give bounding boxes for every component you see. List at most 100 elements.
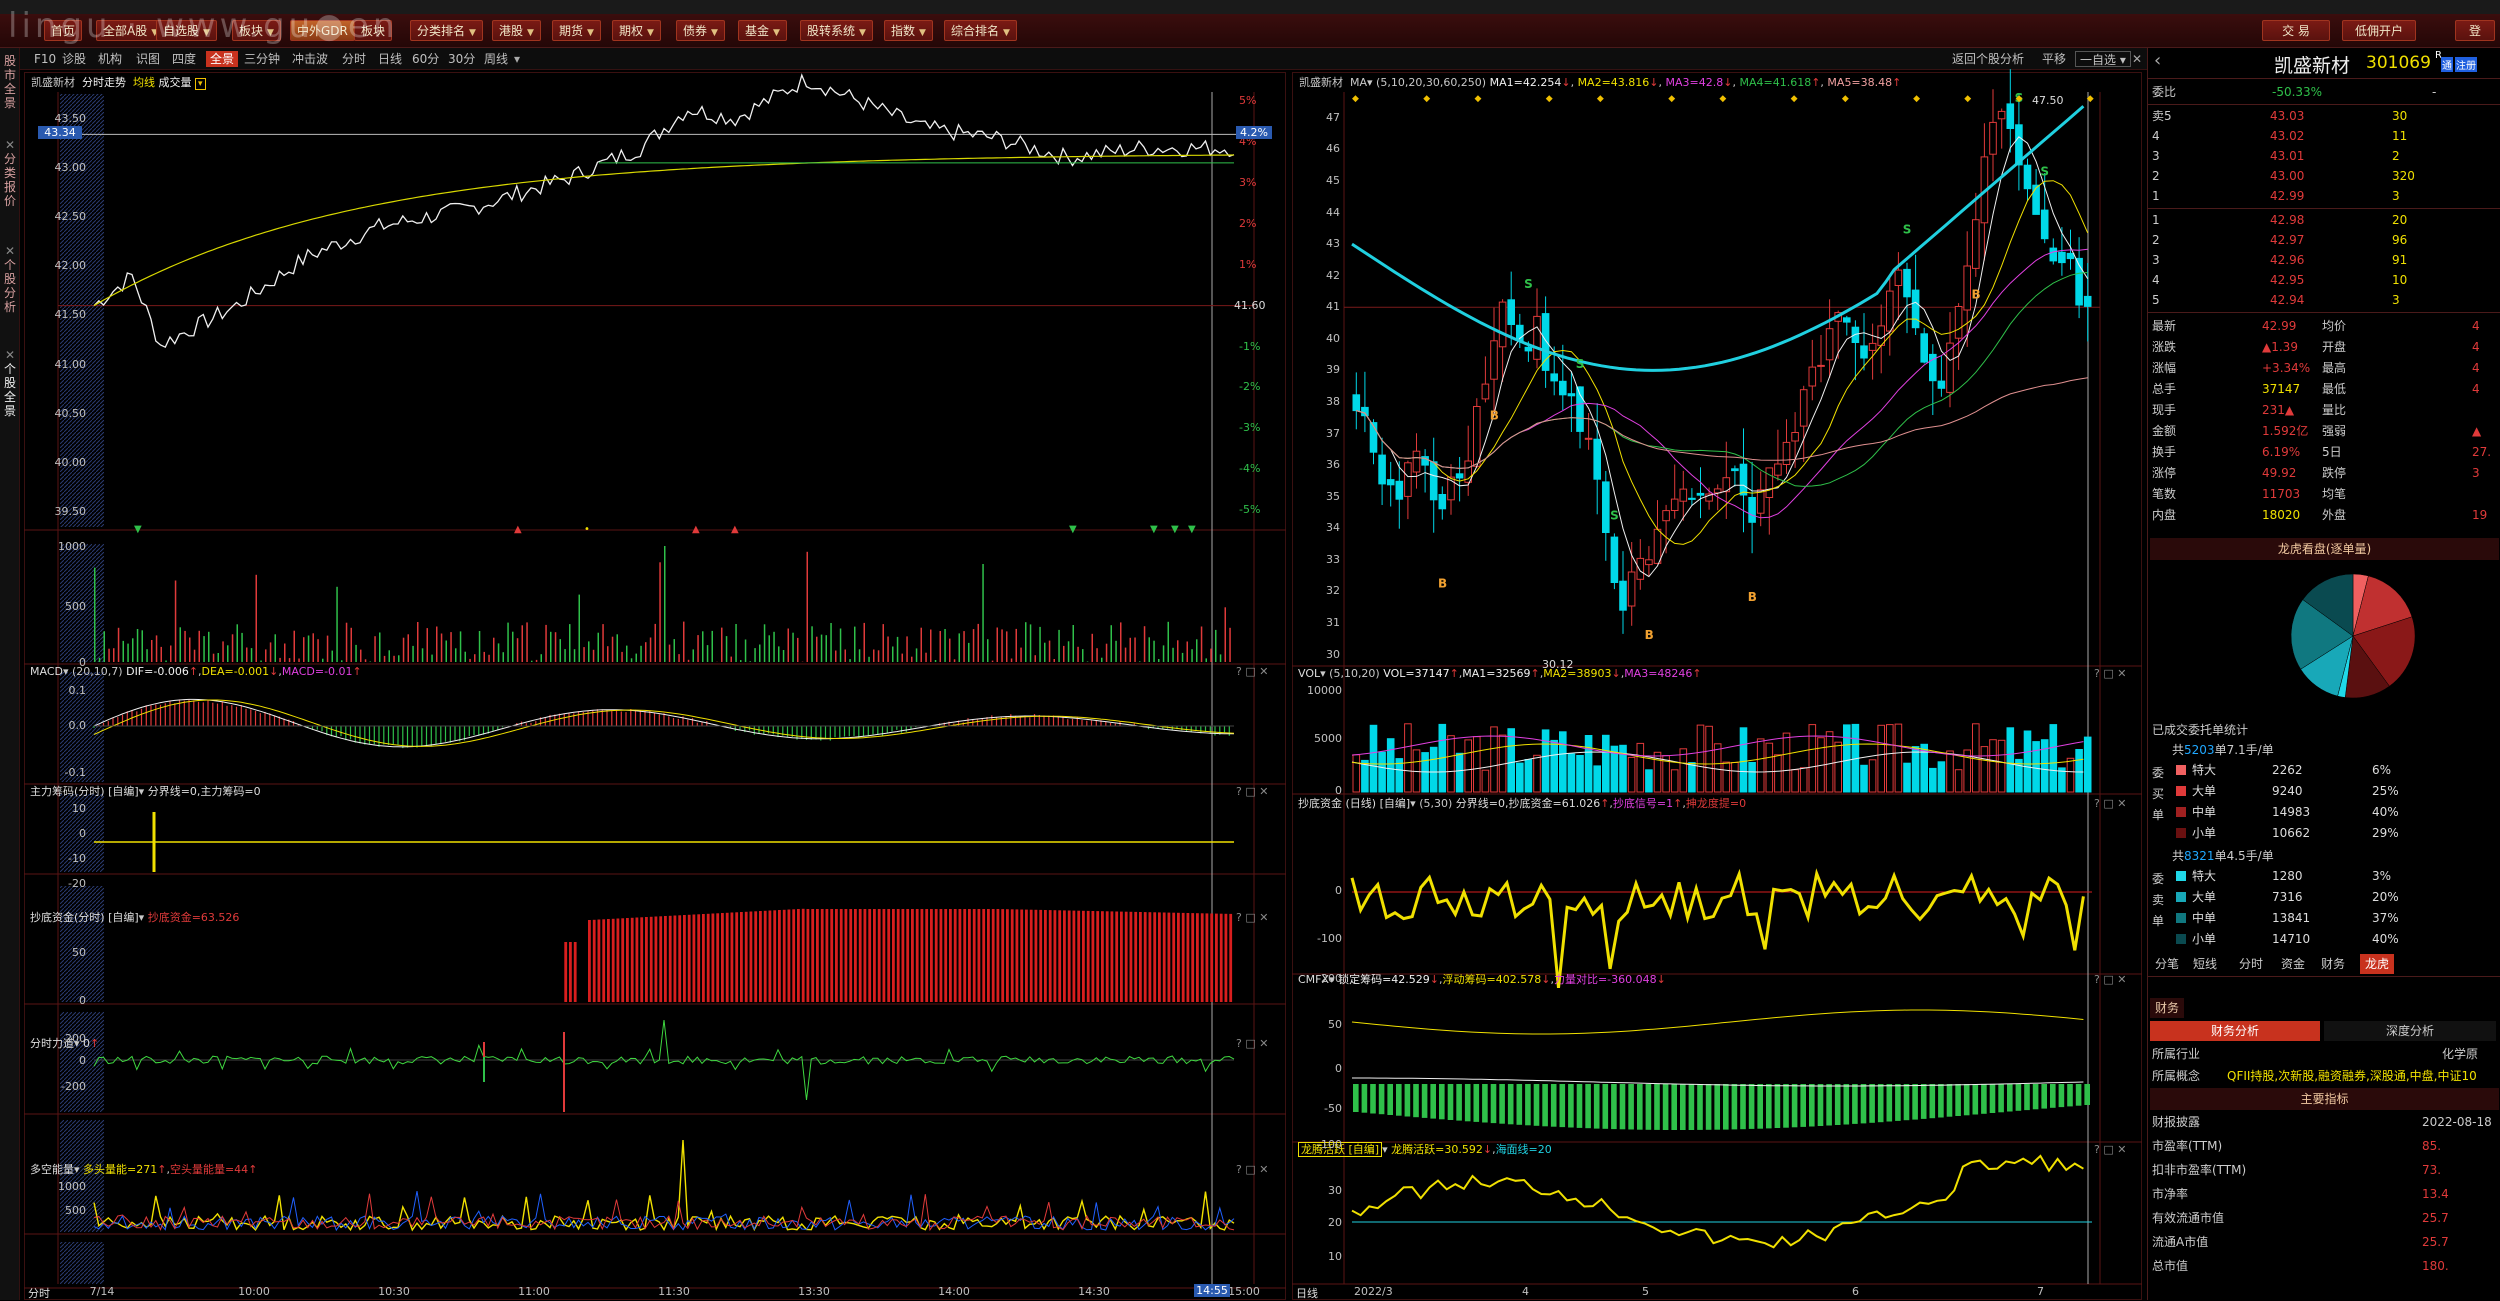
candle-body bbox=[2059, 252, 2066, 262]
quote-tab-5[interactable]: 龙虎 bbox=[2360, 954, 2394, 974]
volume-bar bbox=[636, 654, 638, 662]
subbar-item-3[interactable]: 识图 bbox=[134, 51, 162, 67]
toolbar-button-label: 港股 bbox=[499, 24, 523, 38]
panel-controls[interactable]: ? □ ✕ bbox=[2094, 973, 2126, 986]
pan-button[interactable]: 平移 bbox=[2040, 51, 2068, 67]
volume-bar bbox=[222, 641, 224, 662]
panel-controls[interactable]: ? □ ✕ bbox=[2094, 667, 2126, 680]
buy-entrust-row: 中单1498340% bbox=[2152, 802, 2497, 822]
quote-tab-0[interactable]: 分笔 bbox=[2150, 954, 2184, 974]
quote-tab-1[interactable]: 短线 bbox=[2188, 954, 2222, 974]
volume-bar bbox=[474, 654, 476, 662]
toolbar-button-7[interactable]: 港股▼ bbox=[492, 20, 541, 41]
trade-signal: B bbox=[1748, 590, 1757, 604]
side-tab-panorama[interactable]: 个股全景 bbox=[3, 362, 17, 418]
volume-bar bbox=[479, 631, 481, 662]
fin-analysis-tab[interactable]: 财务分析 bbox=[2150, 1021, 2320, 1041]
bottom-tab-daily[interactable]: 日线 bbox=[1296, 1285, 1334, 1301]
energy-title[interactable]: 多空能量 bbox=[30, 1163, 74, 1176]
bottom-fund-bar bbox=[678, 915, 681, 1002]
open-account-button[interactable]: 低佣开户 bbox=[2342, 20, 2416, 41]
volume-bar bbox=[1125, 648, 1127, 662]
legend-swatch bbox=[2176, 871, 2186, 881]
panel-controls[interactable]: ? □ ✕ bbox=[1236, 1037, 1268, 1050]
quote-tab-2[interactable]: 分时 bbox=[2234, 954, 2268, 974]
panel-controls[interactable]: ? □ ✕ bbox=[2094, 797, 2126, 810]
main-chip-title[interactable]: 主力筹码(分时) [自编] bbox=[30, 785, 139, 798]
macd-title[interactable]: MACD bbox=[30, 665, 63, 678]
toolbar-button-12[interactable]: 股转系统▼ bbox=[800, 20, 873, 41]
panel-controls[interactable]: ? □ ✕ bbox=[1236, 911, 1268, 924]
close-icon[interactable]: ✕ bbox=[2130, 51, 2144, 67]
close-icon[interactable]: ✕ bbox=[3, 348, 17, 362]
panel-controls[interactable]: ? □ ✕ bbox=[1236, 785, 1268, 798]
cmfx-bar bbox=[1800, 1084, 1806, 1127]
sell-entrust-row: 小单1471040% bbox=[2152, 929, 2497, 949]
trade-button[interactable]: 交 易 bbox=[2262, 20, 2330, 41]
daily-fund-title[interactable]: 抄底资金 (日线) [自编] bbox=[1298, 797, 1410, 810]
bottom-fund-bar bbox=[854, 909, 857, 1002]
toolbar-button-10[interactable]: 债券▼ bbox=[676, 20, 725, 41]
subbar-item-0[interactable]: F10 bbox=[32, 51, 58, 67]
period-tab-3[interactable]: 30分 bbox=[446, 51, 477, 67]
cmfx-bar bbox=[2033, 1084, 2039, 1109]
fin-value: 25.7 bbox=[2422, 1208, 2449, 1228]
toolbar-button-9[interactable]: 期权▼ bbox=[612, 20, 661, 41]
volume-bar bbox=[1111, 625, 1113, 662]
panel-controls[interactable]: ? □ ✕ bbox=[2094, 1143, 2126, 1156]
chevron-down-icon[interactable]: ▾ bbox=[512, 51, 522, 67]
candle-body bbox=[1757, 490, 1764, 513]
toolbar-button-13[interactable]: 指数▼ bbox=[884, 20, 933, 41]
toolbar-button-8[interactable]: 期货▼ bbox=[552, 20, 601, 41]
fin-tab[interactable]: 财务 bbox=[2150, 998, 2184, 1018]
stat-row: 金额1.592亿强弱▲ bbox=[2152, 421, 2497, 441]
subbar-item-1[interactable]: 诊股 bbox=[60, 51, 88, 67]
bottom-fund-bar bbox=[826, 909, 829, 1002]
cmfx-axis: 0 bbox=[1296, 1062, 1342, 1075]
watchlist-select[interactable]: 一自选 ▾ bbox=[2075, 51, 2131, 67]
side-tab-stock[interactable]: 个股分析 bbox=[3, 258, 17, 314]
subbar-item-4[interactable]: 四度 bbox=[170, 51, 198, 67]
quote-tab-3[interactable]: 资金 bbox=[2276, 954, 2310, 974]
toolbar-button-11[interactable]: 基金▼ bbox=[738, 20, 787, 41]
period-tab-0[interactable]: 分时 bbox=[340, 51, 368, 67]
period-tab-4[interactable]: 周线 bbox=[482, 51, 510, 67]
back-to-analysis-link[interactable]: 返回个股分析 bbox=[1950, 51, 2026, 67]
period-tab-1[interactable]: 日线 bbox=[376, 51, 404, 67]
subbar-item-7[interactable]: 冲击波 bbox=[290, 51, 330, 67]
axis-label: -5% bbox=[1239, 503, 1260, 516]
login-button[interactable]: 登 bbox=[2455, 20, 2495, 41]
order-type: 小单 bbox=[2192, 929, 2216, 949]
side-tab-market[interactable]: 股市全景 bbox=[3, 54, 17, 110]
side-tab-quotes[interactable]: 分类报价 bbox=[3, 152, 17, 208]
toolbar-button-6[interactable]: 分类排名▼ bbox=[410, 20, 483, 41]
subbar-item-5[interactable]: 全景 bbox=[206, 51, 238, 67]
quote-tab-4[interactable]: 财务 bbox=[2316, 954, 2350, 974]
close-icon[interactable]: ✕ bbox=[3, 244, 17, 258]
candle-body bbox=[2041, 210, 2048, 239]
volume-bar bbox=[412, 646, 414, 662]
panel-controls[interactable]: ? □ ✕ bbox=[1236, 665, 1268, 678]
bottom-fund-bar bbox=[754, 911, 757, 1002]
period-tab-2[interactable]: 60分 bbox=[410, 51, 441, 67]
bottom-fund-bar bbox=[1225, 914, 1228, 1002]
deep-analysis-tab[interactable]: 深度分析 bbox=[2324, 1021, 2496, 1041]
subbar-item-2[interactable]: 机构 bbox=[96, 51, 124, 67]
cmfx-bar bbox=[1981, 1084, 1987, 1114]
bottom-fund-title[interactable]: 抄底资金(分时) [自编] bbox=[30, 911, 139, 924]
toolbar-button-14[interactable]: 综合排名▼ bbox=[944, 20, 1017, 41]
close-icon[interactable]: ✕ bbox=[3, 138, 17, 152]
bottom-fund-bar bbox=[797, 909, 800, 1002]
volume-bar bbox=[982, 564, 984, 662]
vol-title[interactable]: VOL bbox=[1298, 667, 1320, 680]
back-arrow-icon[interactable]: ‹ bbox=[2154, 50, 2161, 71]
high-label: 47.50 bbox=[2032, 94, 2072, 107]
volume-bar bbox=[726, 636, 728, 662]
bottom-tab-intraday[interactable]: 分时 bbox=[28, 1285, 66, 1301]
cmfx-bar bbox=[1861, 1084, 1867, 1123]
panel-controls[interactable]: ? □ ✕ bbox=[1236, 1163, 1268, 1176]
vol-ma2: MA2=38903 bbox=[1543, 667, 1611, 680]
subbar-item-6[interactable]: 三分钟 bbox=[242, 51, 282, 67]
bottom-fund-bar bbox=[1144, 912, 1147, 1002]
daily-volume-bar bbox=[1448, 736, 1455, 792]
